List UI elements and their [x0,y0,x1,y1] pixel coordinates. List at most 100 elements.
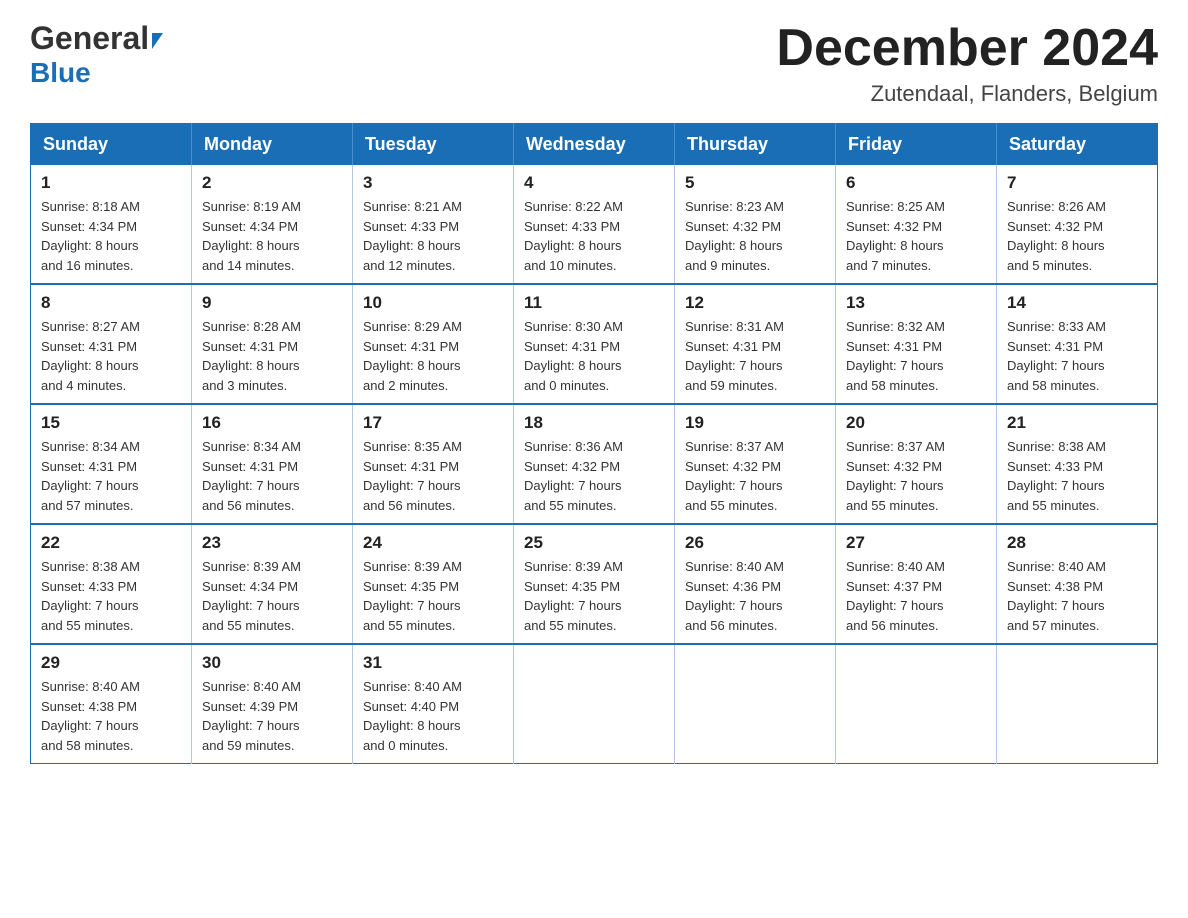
day-number: 26 [685,533,825,553]
day-info: Sunrise: 8:32 AMSunset: 4:31 PMDaylight:… [846,317,986,395]
calendar-cell [997,644,1158,764]
day-number: 28 [1007,533,1147,553]
day-number: 9 [202,293,342,313]
weekday-header-friday: Friday [836,124,997,166]
calendar-cell: 14 Sunrise: 8:33 AMSunset: 4:31 PMDayligh… [997,284,1158,404]
day-number: 29 [41,653,181,673]
day-number: 4 [524,173,664,193]
day-number: 27 [846,533,986,553]
day-number: 13 [846,293,986,313]
calendar-cell: 29Sunrise: 8:40 AMSunset: 4:38 PMDayligh… [31,644,192,764]
day-info: Sunrise: 8:38 AMSunset: 4:33 PMDaylight:… [41,557,181,635]
day-number: 10 [363,293,503,313]
day-info: Sunrise: 8:40 AMSunset: 4:39 PMDaylight:… [202,677,342,755]
calendar-cell: 11 Sunrise: 8:30 AMSunset: 4:31 PMDayligh… [514,284,675,404]
day-number: 21 [1007,413,1147,433]
day-number: 31 [363,653,503,673]
calendar-cell: 7Sunrise: 8:26 AMSunset: 4:32 PMDaylight… [997,165,1158,284]
weekday-header-thursday: Thursday [675,124,836,166]
day-number: 25 [524,533,664,553]
calendar-cell: 9 Sunrise: 8:28 AMSunset: 4:31 PMDaylight… [192,284,353,404]
logo-triangle-icon [152,33,163,49]
calendar-cell: 8Sunrise: 8:27 AMSunset: 4:31 PMDaylight… [31,284,192,404]
day-info: Sunrise: 8:30 AMSunset: 4:31 PMDaylight:… [524,317,664,395]
calendar-cell: 3 Sunrise: 8:21 AMSunset: 4:33 PMDaylight… [353,165,514,284]
calendar-cell: 22 Sunrise: 8:38 AMSunset: 4:33 PMDayligh… [31,524,192,644]
calendar-cell: 31 Sunrise: 8:40 AMSunset: 4:40 PMDayligh… [353,644,514,764]
day-number: 16 [202,413,342,433]
title-section: December 2024 Zutendaal, Flanders, Belgi… [776,20,1158,107]
calendar-cell: 4 Sunrise: 8:22 AMSunset: 4:33 PMDaylight… [514,165,675,284]
calendar-cell [675,644,836,764]
calendar-cell: 25 Sunrise: 8:39 AMSunset: 4:35 PMDayligh… [514,524,675,644]
week-row-3: 15 Sunrise: 8:34 AMSunset: 4:31 PMDayligh… [31,404,1158,524]
day-info: Sunrise: 8:27 AMSunset: 4:31 PMDaylight:… [41,317,181,395]
weekday-header-sunday: Sunday [31,124,192,166]
day-info: Sunrise: 8:21 AMSunset: 4:33 PMDaylight:… [363,197,503,275]
day-number: 5 [685,173,825,193]
day-number: 30 [202,653,342,673]
day-number: 23 [202,533,342,553]
page-header: General Blue December 2024 Zutendaal, Fl… [30,20,1158,107]
day-number: 22 [41,533,181,553]
day-info: Sunrise: 8:36 AMSunset: 4:32 PMDaylight:… [524,437,664,515]
day-info: Sunrise: 8:38 AMSunset: 4:33 PMDaylight:… [1007,437,1147,515]
calendar-cell [836,644,997,764]
day-info: Sunrise: 8:39 AMSunset: 4:34 PMDaylight:… [202,557,342,635]
calendar-cell: 23 Sunrise: 8:39 AMSunset: 4:34 PMDayligh… [192,524,353,644]
calendar-cell: 19 Sunrise: 8:37 AMSunset: 4:32 PMDayligh… [675,404,836,524]
day-info: Sunrise: 8:34 AMSunset: 4:31 PMDaylight:… [41,437,181,515]
day-info: Sunrise: 8:37 AMSunset: 4:32 PMDaylight:… [685,437,825,515]
day-number: 20 [846,413,986,433]
week-row-5: 29Sunrise: 8:40 AMSunset: 4:38 PMDayligh… [31,644,1158,764]
calendar-cell: 5Sunrise: 8:23 AMSunset: 4:32 PMDaylight… [675,165,836,284]
calendar-cell: 10 Sunrise: 8:29 AMSunset: 4:31 PMDayligh… [353,284,514,404]
calendar-cell: 26Sunrise: 8:40 AMSunset: 4:36 PMDayligh… [675,524,836,644]
calendar-cell [514,644,675,764]
day-info: Sunrise: 8:40 AMSunset: 4:38 PMDaylight:… [1007,557,1147,635]
day-info: Sunrise: 8:29 AMSunset: 4:31 PMDaylight:… [363,317,503,395]
calendar-cell: 24 Sunrise: 8:39 AMSunset: 4:35 PMDayligh… [353,524,514,644]
day-number: 3 [363,173,503,193]
calendar-cell: 18 Sunrise: 8:36 AMSunset: 4:32 PMDayligh… [514,404,675,524]
day-number: 14 [1007,293,1147,313]
calendar-cell: 28 Sunrise: 8:40 AMSunset: 4:38 PMDayligh… [997,524,1158,644]
day-info: Sunrise: 8:25 AMSunset: 4:32 PMDaylight:… [846,197,986,275]
calendar-cell: 15 Sunrise: 8:34 AMSunset: 4:31 PMDayligh… [31,404,192,524]
calendar-cell: 6Sunrise: 8:25 AMSunset: 4:32 PMDaylight… [836,165,997,284]
day-info: Sunrise: 8:22 AMSunset: 4:33 PMDaylight:… [524,197,664,275]
weekday-header-tuesday: Tuesday [353,124,514,166]
day-info: Sunrise: 8:39 AMSunset: 4:35 PMDaylight:… [363,557,503,635]
day-number: 1 [41,173,181,193]
day-info: Sunrise: 8:19 AMSunset: 4:34 PMDaylight:… [202,197,342,275]
day-number: 24 [363,533,503,553]
week-row-1: 1 Sunrise: 8:18 AMSunset: 4:34 PMDaylight… [31,165,1158,284]
day-number: 17 [363,413,503,433]
day-info: Sunrise: 8:40 AMSunset: 4:37 PMDaylight:… [846,557,986,635]
day-number: 7 [1007,173,1147,193]
logo-general: General [30,20,149,57]
day-info: Sunrise: 8:28 AMSunset: 4:31 PMDaylight:… [202,317,342,395]
calendar-cell: 1 Sunrise: 8:18 AMSunset: 4:34 PMDaylight… [31,165,192,284]
calendar-cell: 17Sunrise: 8:35 AMSunset: 4:31 PMDayligh… [353,404,514,524]
day-number: 11 [524,293,664,313]
week-row-2: 8Sunrise: 8:27 AMSunset: 4:31 PMDaylight… [31,284,1158,404]
calendar-cell: 12Sunrise: 8:31 AMSunset: 4:31 PMDayligh… [675,284,836,404]
day-number: 2 [202,173,342,193]
day-info: Sunrise: 8:39 AMSunset: 4:35 PMDaylight:… [524,557,664,635]
logo-blue: Blue [30,57,91,89]
day-number: 18 [524,413,664,433]
weekday-header-row: SundayMondayTuesdayWednesdayThursdayFrid… [31,124,1158,166]
calendar-cell: 30 Sunrise: 8:40 AMSunset: 4:39 PMDayligh… [192,644,353,764]
day-info: Sunrise: 8:18 AMSunset: 4:34 PMDaylight:… [41,197,181,275]
calendar-cell: 21 Sunrise: 8:38 AMSunset: 4:33 PMDayligh… [997,404,1158,524]
day-info: Sunrise: 8:31 AMSunset: 4:31 PMDaylight:… [685,317,825,395]
day-info: Sunrise: 8:34 AMSunset: 4:31 PMDaylight:… [202,437,342,515]
day-number: 15 [41,413,181,433]
month-title: December 2024 [776,20,1158,77]
day-info: Sunrise: 8:40 AMSunset: 4:40 PMDaylight:… [363,677,503,755]
location: Zutendaal, Flanders, Belgium [776,81,1158,107]
day-number: 19 [685,413,825,433]
day-info: Sunrise: 8:33 AMSunset: 4:31 PMDaylight:… [1007,317,1147,395]
calendar-cell: 2 Sunrise: 8:19 AMSunset: 4:34 PMDaylight… [192,165,353,284]
